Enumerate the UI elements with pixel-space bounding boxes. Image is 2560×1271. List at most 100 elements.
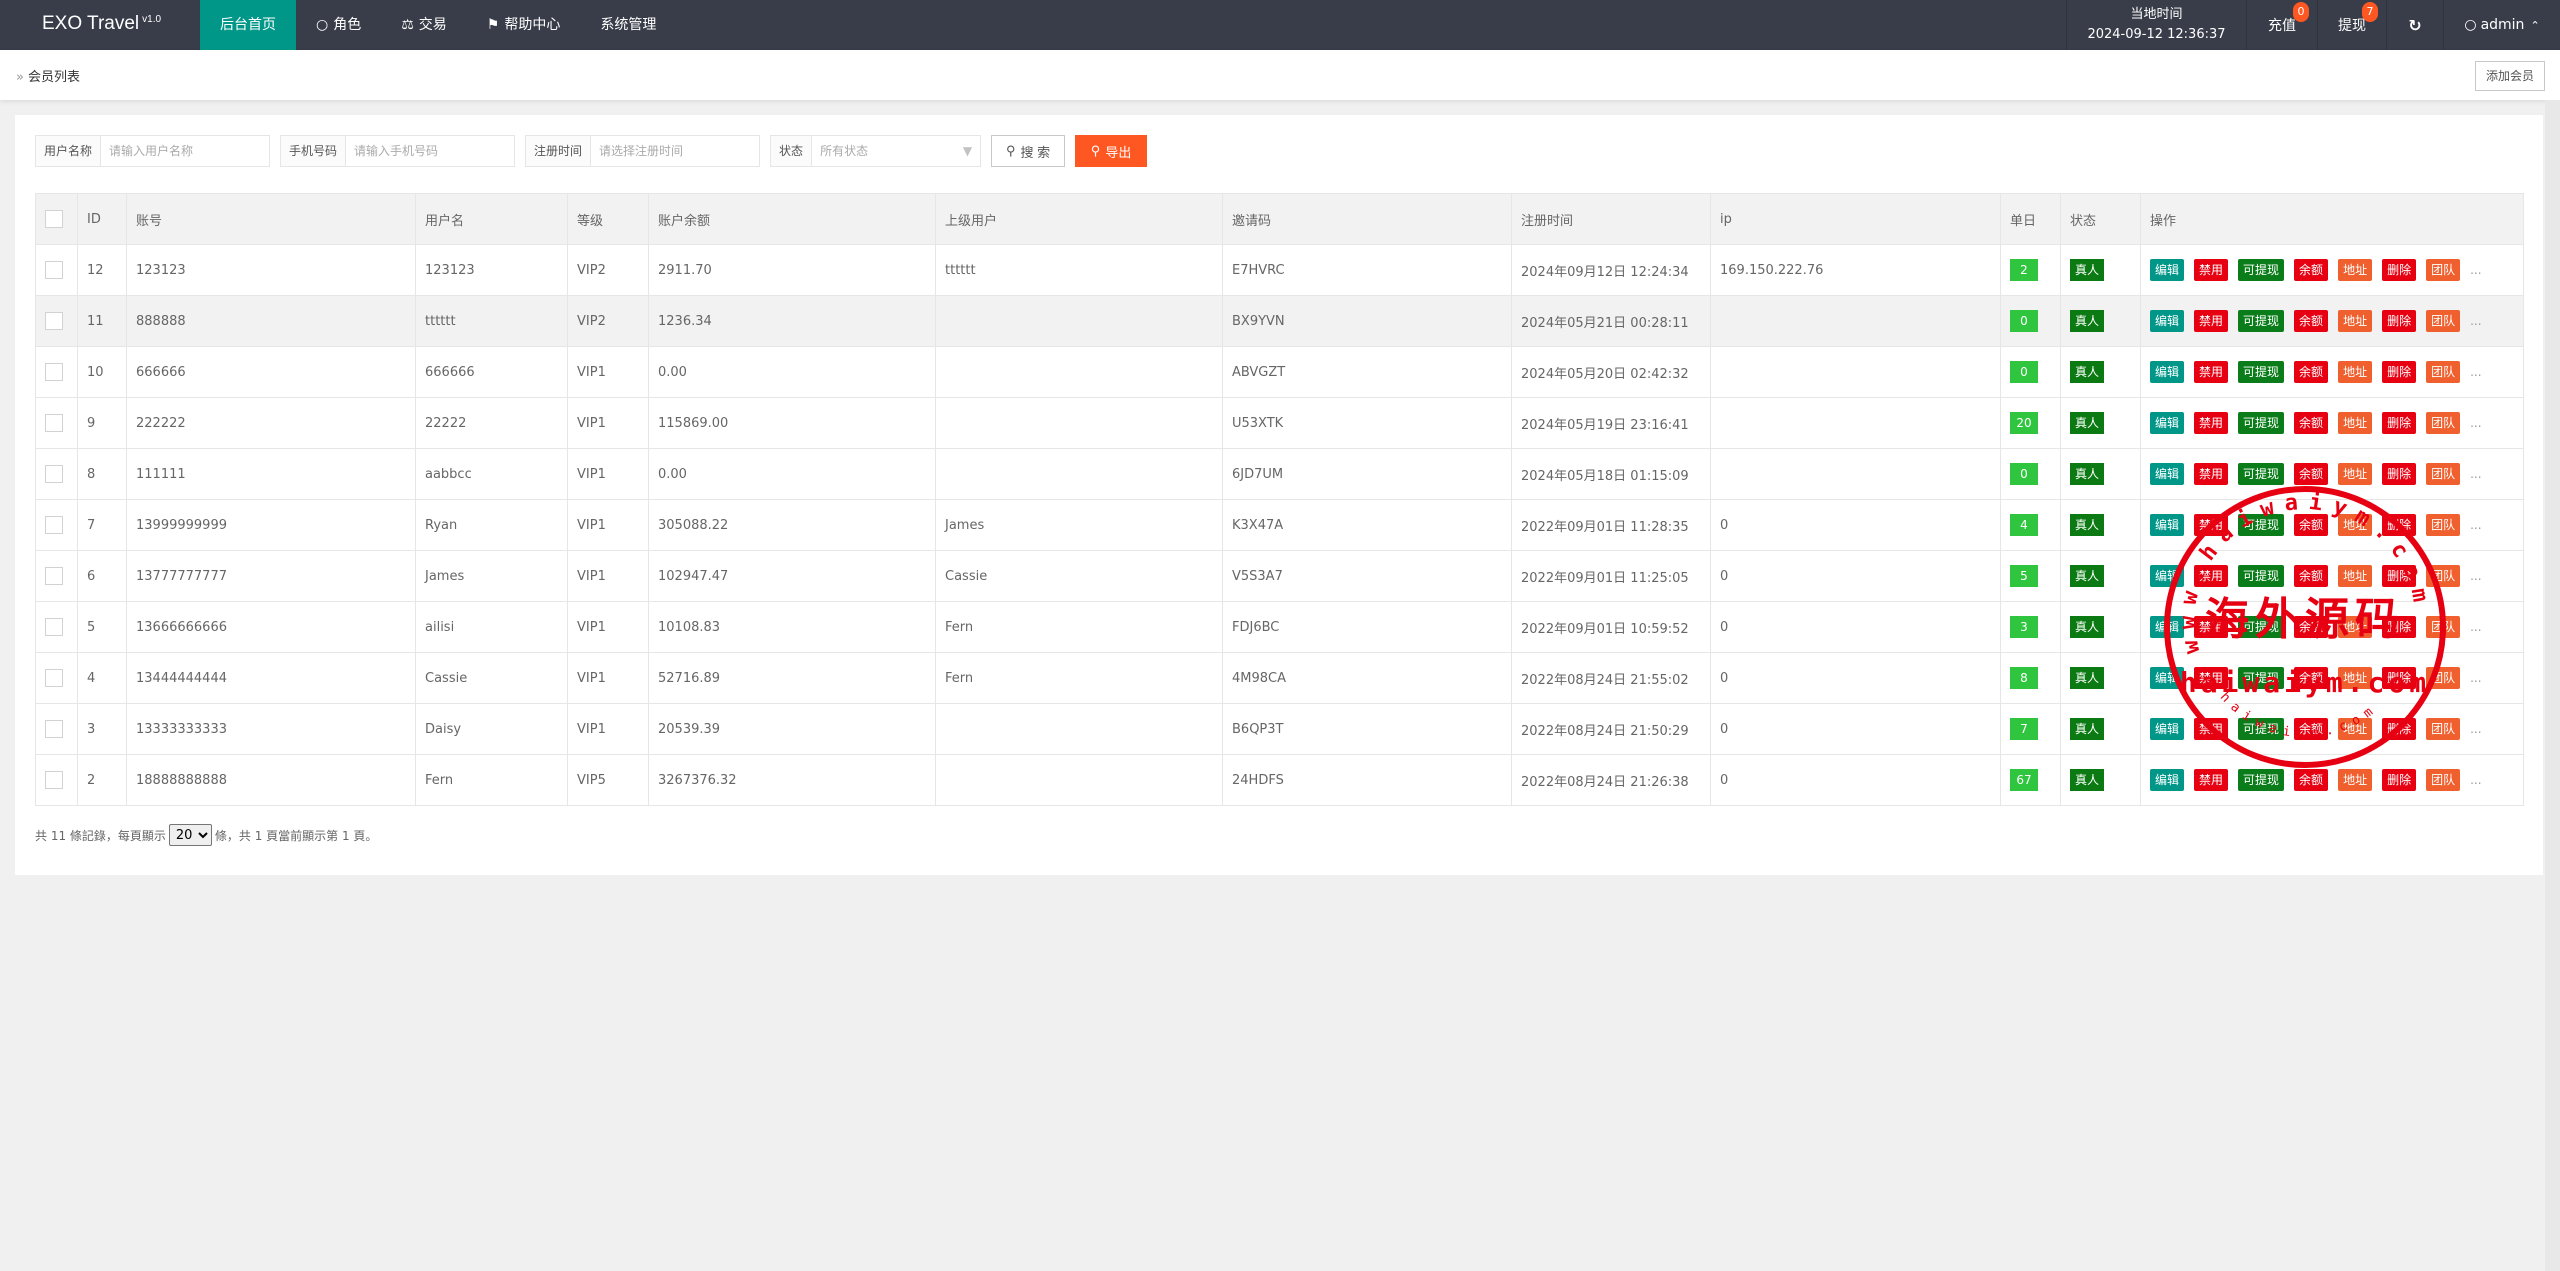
- more-actions[interactable]: ...: [2470, 620, 2481, 634]
- action-button[interactable]: 删除: [2382, 310, 2417, 332]
- action-button[interactable]: 团队: [2426, 259, 2461, 281]
- more-actions[interactable]: ...: [2470, 467, 2481, 481]
- row-checkbox[interactable]: [45, 516, 63, 534]
- action-button[interactable]: 删除: [2382, 514, 2417, 536]
- action-button[interactable]: 余额: [2294, 565, 2329, 587]
- username-input[interactable]: [101, 136, 270, 166]
- action-button[interactable]: 团队: [2426, 769, 2461, 791]
- action-button[interactable]: 可提现: [2238, 259, 2285, 281]
- action-button[interactable]: 团队: [2426, 412, 2461, 434]
- action-button[interactable]: 禁用: [2194, 259, 2229, 281]
- status-select[interactable]: 所有状态 ▼: [812, 136, 980, 166]
- action-button[interactable]: 禁用: [2194, 310, 2229, 332]
- row-checkbox[interactable]: [45, 618, 63, 636]
- action-button[interactable]: 编辑: [2150, 769, 2185, 791]
- row-checkbox[interactable]: [45, 720, 63, 738]
- export-button[interactable]: ⚲ 导出: [1075, 135, 1148, 167]
- action-button[interactable]: 余额: [2294, 259, 2329, 281]
- user-menu[interactable]: ○ admin ⌃: [2443, 0, 2560, 50]
- action-button[interactable]: 团队: [2426, 310, 2461, 332]
- action-button[interactable]: 余额: [2294, 310, 2329, 332]
- action-button[interactable]: 余额: [2294, 412, 2329, 434]
- row-checkbox[interactable]: [45, 465, 63, 483]
- more-actions[interactable]: ...: [2470, 416, 2481, 430]
- action-button[interactable]: 可提现: [2238, 310, 2285, 332]
- action-button[interactable]: 地址: [2338, 310, 2373, 332]
- more-actions[interactable]: ...: [2470, 569, 2481, 583]
- nav-roles[interactable]: ○ 角色: [296, 0, 381, 50]
- more-actions[interactable]: ...: [2470, 365, 2481, 379]
- action-button[interactable]: 可提现: [2238, 718, 2285, 740]
- row-checkbox[interactable]: [45, 771, 63, 789]
- action-button[interactable]: 删除: [2382, 565, 2417, 587]
- action-button[interactable]: 删除: [2382, 259, 2417, 281]
- row-checkbox[interactable]: [45, 669, 63, 687]
- more-actions[interactable]: ...: [2470, 518, 2481, 532]
- action-button[interactable]: 删除: [2382, 412, 2417, 434]
- regtime-input[interactable]: [591, 136, 760, 166]
- action-button[interactable]: 删除: [2382, 718, 2417, 740]
- action-button[interactable]: 地址: [2338, 616, 2373, 638]
- more-actions[interactable]: ...: [2470, 314, 2481, 328]
- action-button[interactable]: 禁用: [2194, 616, 2229, 638]
- nav-transactions[interactable]: ⚖ 交易: [381, 0, 467, 50]
- action-button[interactable]: 余额: [2294, 463, 2329, 485]
- action-button[interactable]: 团队: [2426, 463, 2461, 485]
- action-button[interactable]: 地址: [2338, 565, 2373, 587]
- action-button[interactable]: 团队: [2426, 718, 2461, 740]
- action-button[interactable]: 禁用: [2194, 361, 2229, 383]
- action-button[interactable]: 可提现: [2238, 412, 2285, 434]
- action-button[interactable]: 编辑: [2150, 259, 2185, 281]
- action-button[interactable]: 编辑: [2150, 667, 2185, 689]
- action-button[interactable]: 团队: [2426, 667, 2461, 689]
- action-button[interactable]: 地址: [2338, 463, 2373, 485]
- action-button[interactable]: 禁用: [2194, 718, 2229, 740]
- action-button[interactable]: 编辑: [2150, 514, 2185, 536]
- action-button[interactable]: 禁用: [2194, 769, 2229, 791]
- scrollbar[interactable]: [2545, 100, 2560, 1271]
- action-button[interactable]: 删除: [2382, 463, 2417, 485]
- action-button[interactable]: 地址: [2338, 412, 2373, 434]
- row-checkbox[interactable]: [45, 261, 63, 279]
- action-button[interactable]: 可提现: [2238, 565, 2285, 587]
- nav-help-center[interactable]: ⚑ 帮助中心: [467, 0, 581, 50]
- action-button[interactable]: 团队: [2426, 514, 2461, 536]
- more-actions[interactable]: ...: [2470, 671, 2481, 685]
- nav-dashboard[interactable]: 后台首页: [200, 0, 296, 50]
- action-button[interactable]: 地址: [2338, 514, 2373, 536]
- action-button[interactable]: 编辑: [2150, 310, 2185, 332]
- action-button[interactable]: 禁用: [2194, 565, 2229, 587]
- per-page-select[interactable]: 20: [168, 824, 212, 846]
- recharge-button[interactable]: 充值 0: [2246, 0, 2317, 50]
- phone-input[interactable]: [346, 136, 515, 166]
- add-member-button[interactable]: 添加会员: [2475, 61, 2545, 91]
- action-button[interactable]: 编辑: [2150, 565, 2185, 587]
- action-button[interactable]: 禁用: [2194, 463, 2229, 485]
- action-button[interactable]: 余额: [2294, 667, 2329, 689]
- action-button[interactable]: 团队: [2426, 616, 2461, 638]
- select-all-checkbox[interactable]: [45, 210, 63, 228]
- action-button[interactable]: 编辑: [2150, 718, 2185, 740]
- row-checkbox[interactable]: [45, 414, 63, 432]
- withdraw-button[interactable]: 提现 7: [2317, 0, 2386, 50]
- action-button[interactable]: 团队: [2426, 565, 2461, 587]
- row-checkbox[interactable]: [45, 312, 63, 330]
- action-button[interactable]: 余额: [2294, 514, 2329, 536]
- action-button[interactable]: 可提现: [2238, 463, 2285, 485]
- action-button[interactable]: 可提现: [2238, 769, 2285, 791]
- action-button[interactable]: 编辑: [2150, 463, 2185, 485]
- more-actions[interactable]: ...: [2470, 263, 2481, 277]
- action-button[interactable]: 删除: [2382, 616, 2417, 638]
- action-button[interactable]: 删除: [2382, 769, 2417, 791]
- action-button[interactable]: 余额: [2294, 361, 2329, 383]
- action-button[interactable]: 禁用: [2194, 514, 2229, 536]
- action-button[interactable]: 余额: [2294, 616, 2329, 638]
- refresh-icon[interactable]: ↻: [2386, 0, 2443, 50]
- action-button[interactable]: 编辑: [2150, 412, 2185, 434]
- more-actions[interactable]: ...: [2470, 773, 2481, 787]
- action-button[interactable]: 删除: [2382, 667, 2417, 689]
- action-button[interactable]: 余额: [2294, 718, 2329, 740]
- action-button[interactable]: 地址: [2338, 361, 2373, 383]
- action-button[interactable]: 删除: [2382, 361, 2417, 383]
- action-button[interactable]: 可提现: [2238, 667, 2285, 689]
